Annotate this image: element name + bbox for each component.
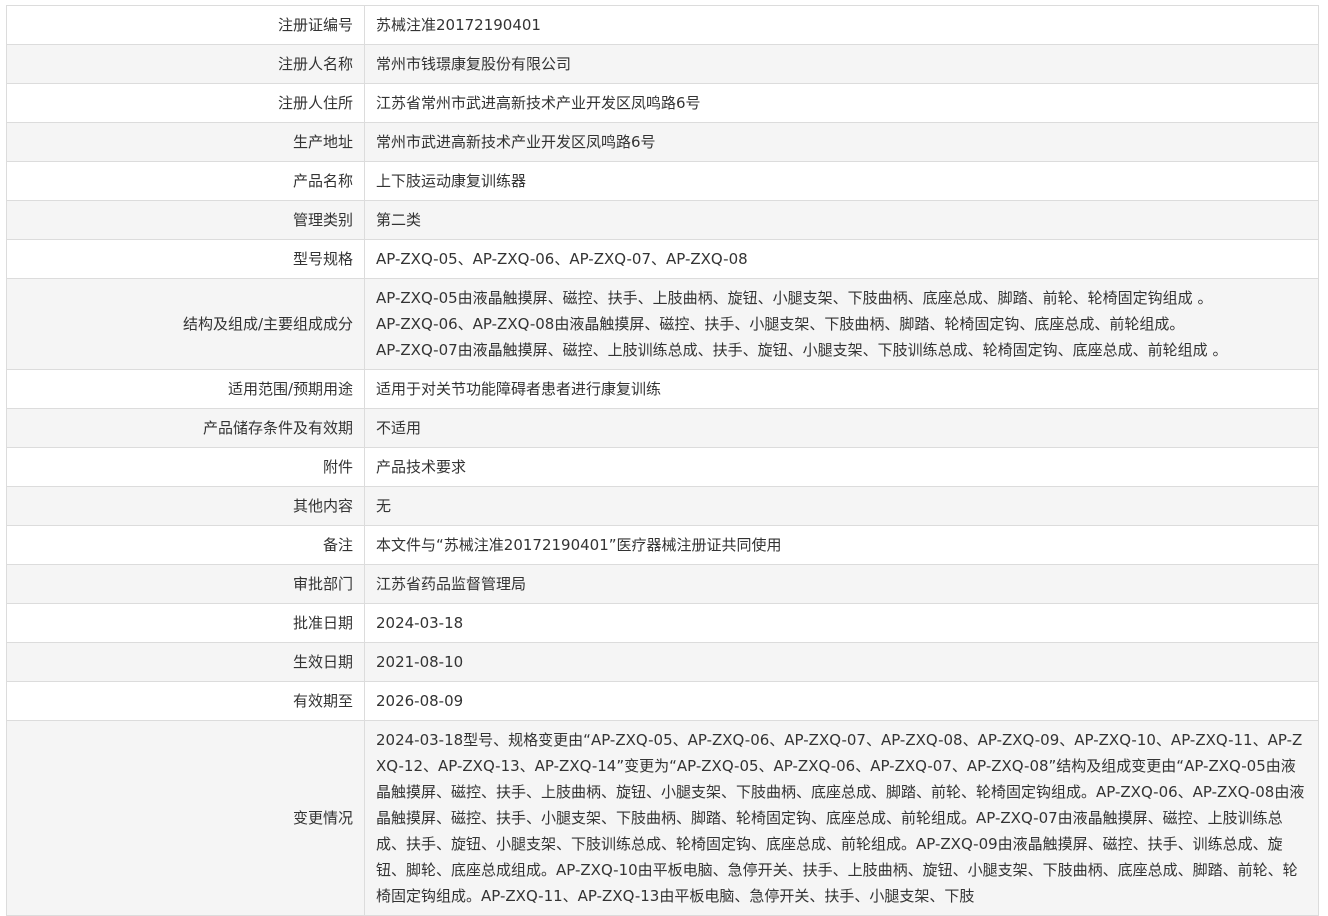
row-product-name: 产品名称 上下肢运动康复训练器 [6, 161, 1319, 201]
field-label: 结构及组成/主要组成成分 [6, 278, 365, 370]
field-label: 管理类别 [6, 200, 365, 240]
row-storage-validity: 产品储存条件及有效期 不适用 [6, 408, 1319, 448]
field-value: 适用于对关节功能障碍者患者进行康复训练 [364, 369, 1319, 409]
row-valid-until: 有效期至 2026-08-09 [6, 681, 1319, 721]
row-registrant-address: 注册人住所 江苏省常州市武进高新技术产业开发区凤鸣路6号 [6, 83, 1319, 123]
structure-line: AP-ZXQ-05由液晶触摸屏、磁控、扶手、上肢曲柄、旋钮、小腿支架、下肢曲柄、… [376, 289, 1213, 307]
registration-detail-table: 注册证编号 苏械注准20172190401 注册人名称 常州市钱璟康复股份有限公… [6, 5, 1319, 916]
field-value: 江苏省药品监督管理局 [364, 564, 1319, 604]
field-value: 常州市钱璟康复股份有限公司 [364, 44, 1319, 84]
field-value: 常州市武进高新技术产业开发区凤鸣路6号 [364, 122, 1319, 162]
row-intended-use: 适用范围/预期用途 适用于对关节功能障碍者患者进行康复训练 [6, 369, 1319, 409]
field-label: 变更情况 [6, 720, 365, 916]
field-label: 适用范围/预期用途 [6, 369, 365, 409]
row-approval-department: 审批部门 江苏省药品监督管理局 [6, 564, 1319, 604]
field-value: 2024-03-18 [364, 603, 1319, 643]
row-attachment: 附件 产品技术要求 [6, 447, 1319, 487]
field-value: 本文件与“苏械注准20172190401”医疗器械注册证共同使用 [364, 525, 1319, 565]
row-effective-date: 生效日期 2021-08-10 [6, 642, 1319, 682]
field-label: 产品名称 [6, 161, 365, 201]
field-label: 备注 [6, 525, 365, 565]
field-label: 附件 [6, 447, 365, 487]
field-label: 审批部门 [6, 564, 365, 604]
field-value: 2024-03-18型号、规格变更由“AP-ZXQ-05、AP-ZXQ-06、A… [364, 720, 1319, 916]
field-label: 注册人住所 [6, 83, 365, 123]
field-value: AP-ZXQ-05由液晶触摸屏、磁控、扶手、上肢曲柄、旋钮、小腿支架、下肢曲柄、… [364, 278, 1319, 370]
row-other-content: 其他内容 无 [6, 486, 1319, 526]
field-label: 型号规格 [6, 239, 365, 279]
row-registration-number: 注册证编号 苏械注准20172190401 [6, 5, 1319, 45]
field-value: AP-ZXQ-05、AP-ZXQ-06、AP-ZXQ-07、AP-ZXQ-08 [364, 239, 1319, 279]
row-remarks: 备注 本文件与“苏械注准20172190401”医疗器械注册证共同使用 [6, 525, 1319, 565]
structure-line: AP-ZXQ-07由液晶触摸屏、磁控、上肢训练总成、扶手、旋钮、小腿支架、下肢训… [376, 341, 1228, 359]
structure-line: AP-ZXQ-06、AP-ZXQ-08由液晶触摸屏、磁控、扶手、小腿支架、下肢曲… [376, 315, 1185, 333]
field-label: 注册人名称 [6, 44, 365, 84]
field-label: 生产地址 [6, 122, 365, 162]
row-structure-composition: 结构及组成/主要组成成分 AP-ZXQ-05由液晶触摸屏、磁控、扶手、上肢曲柄、… [6, 278, 1319, 370]
field-label: 有效期至 [6, 681, 365, 721]
field-label: 其他内容 [6, 486, 365, 526]
row-registrant-name: 注册人名称 常州市钱璟康复股份有限公司 [6, 44, 1319, 84]
field-value: 第二类 [364, 200, 1319, 240]
registration-detail-panel: 注册证编号 苏械注准20172190401 注册人名称 常州市钱璟康复股份有限公… [6, 5, 1319, 916]
row-change-history: 变更情况 2024-03-18型号、规格变更由“AP-ZXQ-05、AP-ZXQ… [6, 720, 1319, 916]
field-value: 无 [364, 486, 1319, 526]
field-value: 2026-08-09 [364, 681, 1319, 721]
field-value: 苏械注准20172190401 [364, 5, 1319, 45]
field-label: 产品储存条件及有效期 [6, 408, 365, 448]
field-value: 江苏省常州市武进高新技术产业开发区凤鸣路6号 [364, 83, 1319, 123]
row-management-category: 管理类别 第二类 [6, 200, 1319, 240]
field-label: 生效日期 [6, 642, 365, 682]
field-value: 上下肢运动康复训练器 [364, 161, 1319, 201]
field-value: 产品技术要求 [364, 447, 1319, 487]
field-value: 不适用 [364, 408, 1319, 448]
field-label: 注册证编号 [6, 5, 365, 45]
field-value: 2021-08-10 [364, 642, 1319, 682]
row-approval-date: 批准日期 2024-03-18 [6, 603, 1319, 643]
field-label: 批准日期 [6, 603, 365, 643]
row-production-address: 生产地址 常州市武进高新技术产业开发区凤鸣路6号 [6, 122, 1319, 162]
row-model-spec: 型号规格 AP-ZXQ-05、AP-ZXQ-06、AP-ZXQ-07、AP-ZX… [6, 239, 1319, 279]
